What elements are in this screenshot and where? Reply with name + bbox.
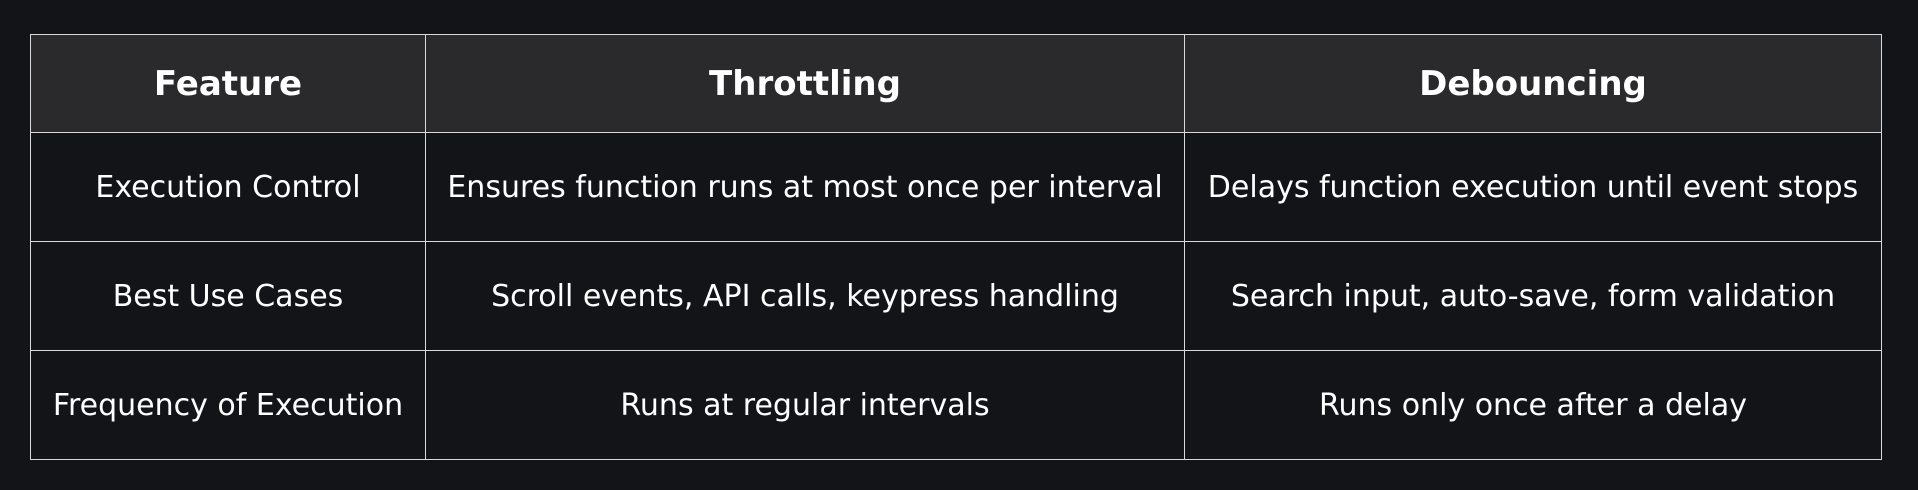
table-row: Execution Control Ensures function runs … <box>30 132 1882 242</box>
header-feature: Feature <box>30 34 426 133</box>
row-throttling-cell: Runs at regular intervals <box>425 350 1185 460</box>
row-feature-cell: Best Use Cases <box>30 241 426 351</box>
row-debouncing-cell: Runs only once after a delay <box>1184 350 1882 460</box>
header-debouncing: Debouncing <box>1184 34 1882 133</box>
row-throttling-cell: Scroll events, API calls, keypress handl… <box>425 241 1185 351</box>
row-throttling-cell: Ensures function runs at most once per i… <box>425 132 1185 242</box>
header-row: Feature Throttling Debouncing <box>30 34 1882 133</box>
table-row: Frequency of Execution Runs at regular i… <box>30 350 1882 460</box>
row-feature-cell: Frequency of Execution <box>30 350 426 460</box>
table-row: Best Use Cases Scroll events, API calls,… <box>30 241 1882 351</box>
row-feature-cell: Execution Control <box>30 132 426 242</box>
comparison-table: Feature Throttling Debouncing Execution … <box>30 34 1882 460</box>
comparison-table-container: Feature Throttling Debouncing Execution … <box>30 34 1882 460</box>
row-debouncing-cell: Delays function execution until event st… <box>1184 132 1882 242</box>
row-debouncing-cell: Search input, auto-save, form validation <box>1184 241 1882 351</box>
header-throttling: Throttling <box>425 34 1185 133</box>
table-header: Feature Throttling Debouncing <box>30 34 1882 133</box>
table-body: Execution Control Ensures function runs … <box>30 132 1882 460</box>
